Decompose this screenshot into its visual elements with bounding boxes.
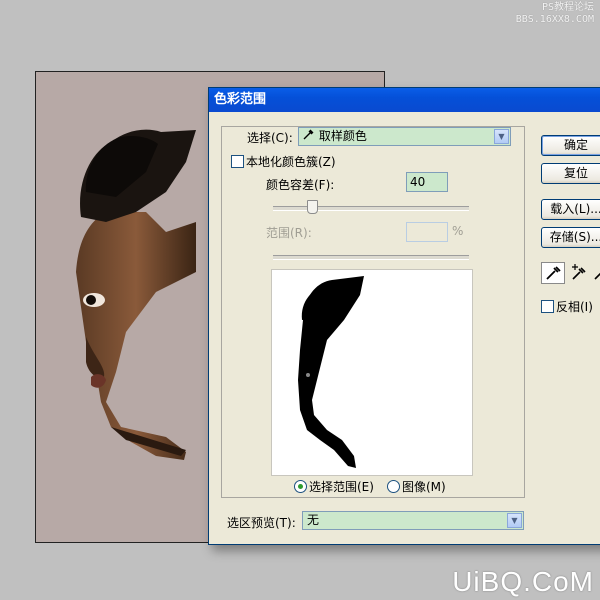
eyedropper-icon	[303, 128, 315, 145]
screen: PS教程论坛 BBS.16XX8.COM 色彩范围 选择(C): 取样颜色 ▼ …	[0, 0, 600, 600]
radio-image-label: 图像(M)	[402, 480, 446, 494]
eyedropper-minus-icon	[594, 272, 600, 280]
watermark-line-1: PS教程论坛	[541, 2, 594, 13]
reset-button[interactable]: 复位	[541, 163, 600, 184]
selection-preview-dropdown[interactable]: 无 ▼	[302, 511, 524, 530]
fuzziness-slider-track[interactable]	[273, 206, 469, 211]
selection-preview[interactable]	[271, 269, 473, 476]
dialog-titlebar[interactable]: 色彩范围	[209, 88, 600, 112]
fuzziness-slider-thumb[interactable]	[307, 200, 319, 214]
select-label: 选择(C):	[247, 131, 293, 145]
invert-checkbox[interactable]	[541, 300, 554, 313]
eyedropper-tool-button[interactable]	[541, 262, 565, 284]
selection-preview-label: 选区预览(T):	[227, 516, 296, 530]
eyedropper-icon	[546, 266, 561, 280]
eyedropper-minus-tool[interactable]	[593, 263, 600, 283]
eyedropper-plus-icon	[572, 264, 586, 280]
radio-selection[interactable]	[294, 480, 307, 493]
select-value: 取样颜色	[318, 129, 367, 143]
radio-selection-label: 选择范围(E)	[309, 480, 374, 494]
range-unit: %	[452, 224, 464, 238]
fuzziness-input[interactable]: 40	[406, 172, 448, 192]
watermark-top: PS教程论坛 BBS.16XX8.COM	[516, 2, 594, 26]
chevron-down-icon[interactable]: ▼	[507, 513, 522, 528]
invert-label: 反相(I)	[556, 300, 593, 314]
eyedropper-plus-tool[interactable]	[569, 263, 589, 283]
localized-clusters-checkbox[interactable]	[231, 155, 244, 168]
selection-mask-image	[298, 276, 364, 468]
range-input[interactable]	[406, 222, 448, 242]
fuzziness-label: 颜色容差(F):	[266, 178, 335, 192]
dialog-title: 色彩范围	[214, 92, 267, 107]
radio-image[interactable]	[387, 480, 400, 493]
ok-button[interactable]: 确定	[541, 135, 600, 156]
localized-clusters-label: 本地化颜色簇(Z)	[246, 155, 336, 169]
load-button[interactable]: 载入(L)...	[541, 199, 600, 220]
watermark-bottom: UiBQ.CoM	[452, 566, 594, 597]
color-range-dialog: 色彩范围 选择(C): 取样颜色 ▼ 本地化颜色簇(Z) 颜色容差(F): 40…	[208, 87, 600, 545]
watermark-line-2: BBS.16XX8.COM	[515, 14, 594, 25]
selection-preview-value: 无	[307, 513, 320, 527]
save-button[interactable]: 存储(S)...	[541, 227, 600, 248]
chevron-down-icon[interactable]: ▼	[494, 129, 509, 144]
select-dropdown[interactable]: 取样颜色 ▼	[298, 127, 511, 146]
range-slider-track[interactable]	[273, 255, 469, 260]
range-label: 范围(R):	[266, 226, 312, 240]
